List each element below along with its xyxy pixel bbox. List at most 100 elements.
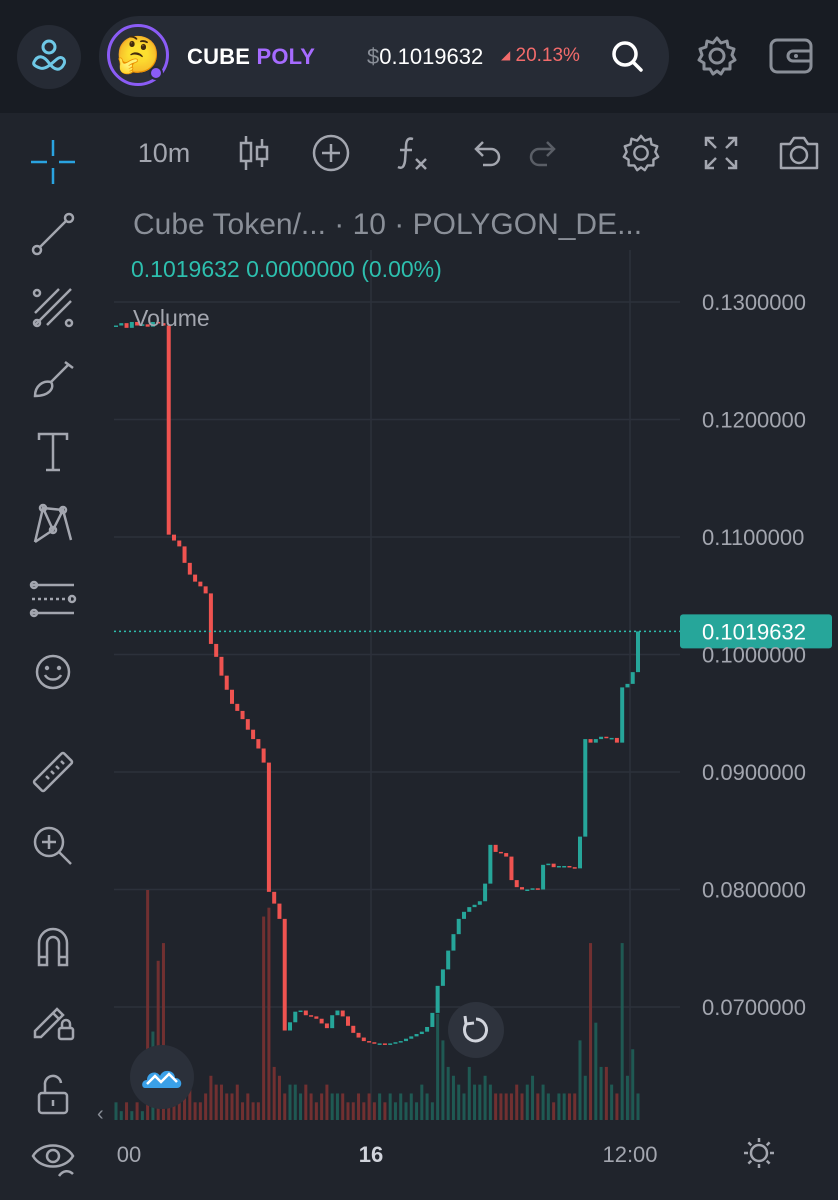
volume-bar [372, 1102, 376, 1120]
volume-bar [562, 1093, 566, 1120]
scroll-left-arrow-icon[interactable]: ‹ [97, 1103, 104, 1126]
volume-bar [404, 1102, 408, 1120]
volume-bar [267, 907, 271, 1120]
volume-bar [235, 1084, 239, 1120]
volume-bar [441, 1040, 445, 1120]
volume-bar [204, 1093, 208, 1120]
price-candle [435, 985, 440, 1013]
y-tick-label: 0.0900000 [702, 760, 806, 785]
volume-bar [625, 1075, 629, 1120]
volume-bar [430, 1102, 434, 1120]
volume-bar [351, 1102, 355, 1120]
price-candle [419, 1031, 424, 1035]
price-candle [166, 325, 171, 535]
price-chart[interactable]: 0.1019632 0.13000000.12000000.11000000.1… [0, 0, 838, 1200]
price-candle [330, 1015, 335, 1029]
price-candle [446, 950, 451, 970]
volume-bar [594, 1022, 598, 1120]
price-candle [578, 836, 582, 869]
volume-bar [552, 1102, 556, 1120]
volume-bar [399, 1093, 403, 1120]
price-candle [593, 739, 598, 743]
volume-bar [583, 1075, 587, 1120]
price-candle [451, 934, 456, 951]
reset-arrow-icon [463, 1015, 488, 1043]
axis-settings-icon-ray [747, 1141, 753, 1147]
volume-bar [446, 1066, 450, 1120]
last-price-label: 0.1019632 [702, 619, 806, 644]
volume-bar [119, 1111, 123, 1120]
price-candle [303, 1010, 308, 1016]
price-candle [504, 853, 509, 857]
price-candle [261, 748, 266, 763]
price-candle [309, 1015, 314, 1017]
price-candle [377, 1043, 382, 1045]
y-tick-label: 0.1200000 [702, 408, 806, 433]
x-tick-label: 00 [117, 1142, 141, 1167]
price-candle [187, 562, 192, 575]
price-candle [393, 1042, 398, 1044]
price-candle [256, 739, 261, 749]
volume-bar [246, 1093, 250, 1120]
volume-bar [578, 1040, 582, 1120]
price-candle [251, 729, 256, 740]
volume-bar [293, 1084, 297, 1120]
chart-brand-button[interactable] [130, 1045, 194, 1109]
volume-bar [346, 1102, 350, 1120]
y-tick-label: 0.1100000 [702, 525, 804, 550]
reset-chart-button[interactable] [448, 1002, 504, 1058]
price-candle [472, 904, 477, 908]
volume-bar [499, 1093, 503, 1120]
price-candle [230, 689, 234, 704]
cloud-chart-icon [142, 1070, 182, 1088]
price-candle [567, 866, 572, 868]
axis-settings-icon-core [749, 1143, 769, 1163]
price-candle [351, 1025, 356, 1033]
y-tick-label: 0.0700000 [702, 995, 806, 1020]
price-candle [272, 891, 277, 904]
volume-bar [451, 1075, 455, 1120]
volume-legend-label: Volume [133, 305, 210, 331]
volume-bar [483, 1075, 487, 1120]
chart-ohlc-readout: 0.1019632 0.0000000 (0.00%) [131, 256, 442, 282]
price-candle [282, 918, 287, 1031]
volume-bar [262, 916, 266, 1120]
price-candle [119, 323, 124, 326]
price-candle [467, 907, 472, 912]
price-candle [556, 866, 561, 868]
price-axis[interactable]: 0.1300000 0.1200000 0.1100000 0.1000000 0.09… [702, 290, 806, 1020]
price-candle [483, 883, 488, 902]
price-candle [177, 540, 182, 547]
volume-bar [130, 1111, 134, 1120]
price-candle [319, 1018, 324, 1024]
volume-bar [219, 1084, 223, 1120]
price-candle [182, 546, 187, 563]
price-candle [588, 739, 593, 743]
volume-bar [140, 1111, 144, 1120]
price-candle [314, 1016, 319, 1019]
volume-bar [341, 1093, 345, 1120]
volume-bar [557, 1093, 561, 1120]
volume-bar [478, 1084, 482, 1120]
price-candle [614, 737, 619, 743]
volume-bar [209, 1075, 213, 1120]
y-tick-label: 0.0800000 [702, 878, 806, 903]
price-candle [193, 574, 198, 582]
price-candle [535, 888, 540, 890]
price-candle [520, 887, 524, 890]
volume-bar [114, 1102, 118, 1120]
axis-settings-icon-ray [765, 1159, 771, 1165]
price-candle [530, 888, 535, 890]
time-axis[interactable]: 00 16 12:00 [117, 1138, 774, 1168]
price-candle [488, 844, 493, 884]
volume-bar [230, 1093, 234, 1120]
volume-bar [631, 1049, 635, 1120]
volume-bar [193, 1102, 197, 1120]
price-candle [477, 901, 482, 905]
chart-symbol-title[interactable]: Cube Token/... · 10 · POLYGON_DE... [133, 208, 642, 242]
price-candle [224, 675, 229, 690]
volume-bar [393, 1102, 397, 1120]
price-candle [172, 534, 176, 541]
price-candle [114, 325, 118, 327]
volume-bar [251, 1102, 255, 1120]
